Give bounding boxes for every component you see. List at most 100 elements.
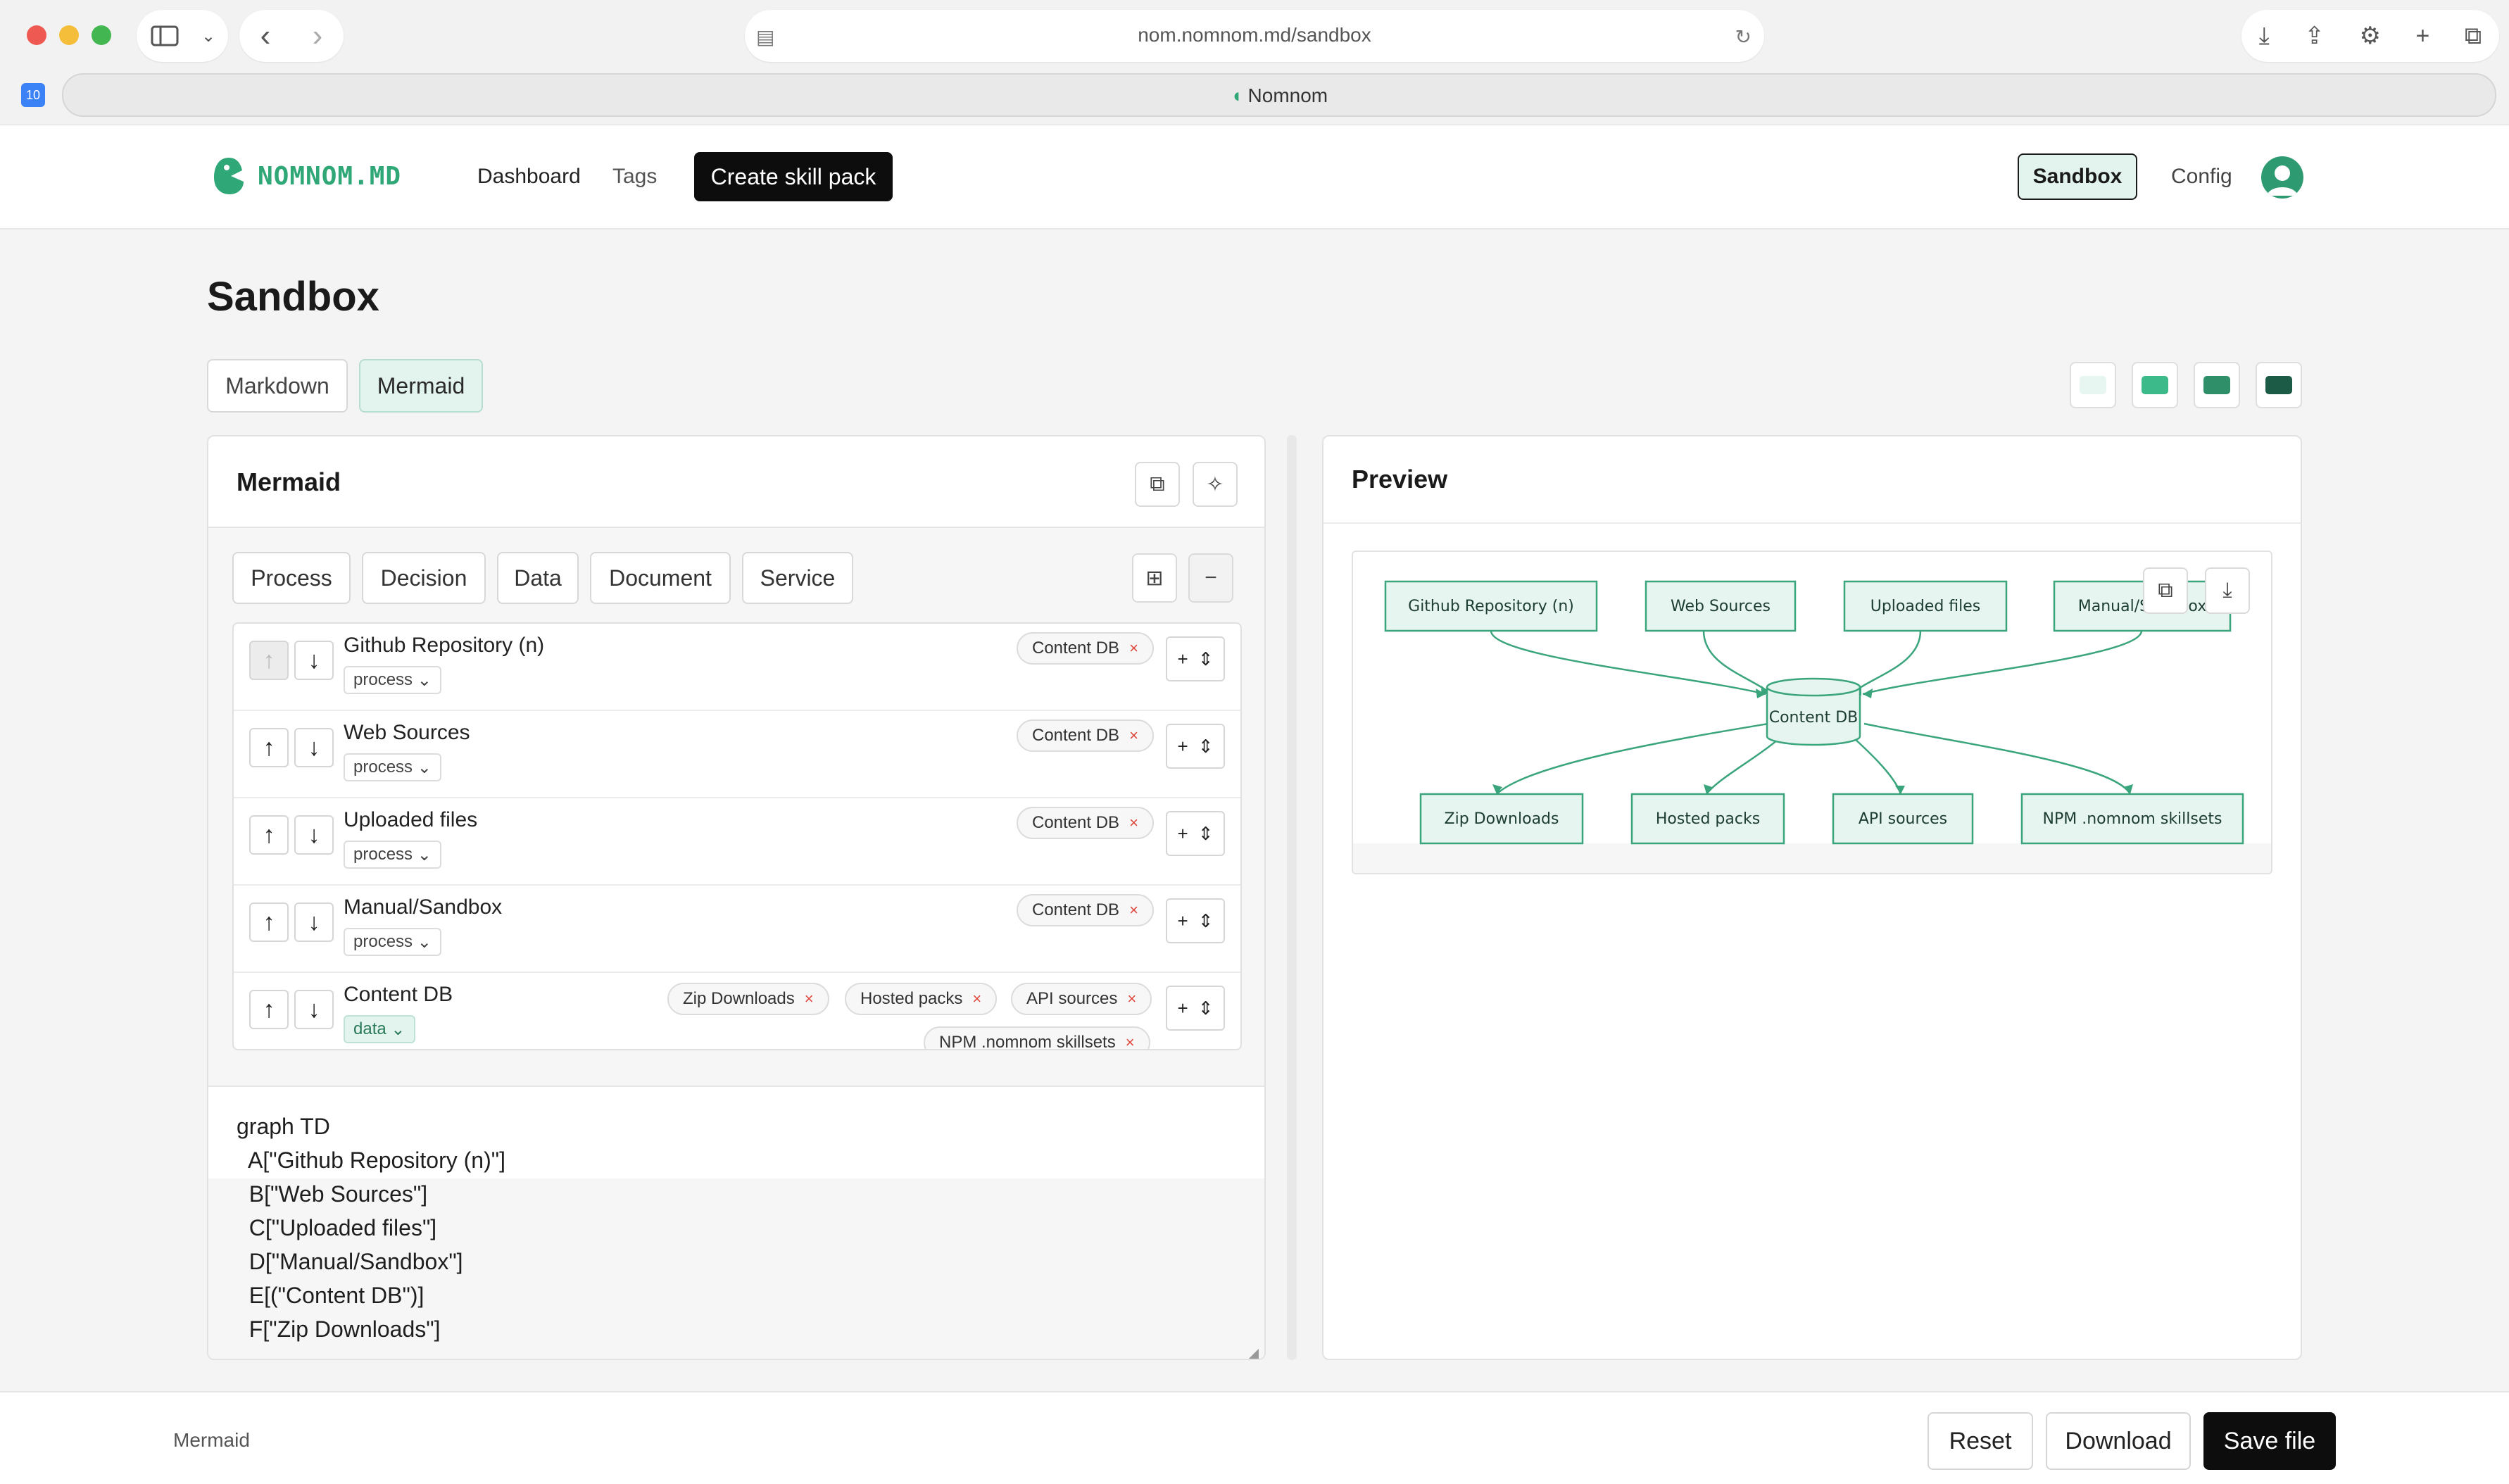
chevron-down-icon: ⌄ [417,845,432,864]
mermaid-code-editor[interactable]: graph TD A["Github Repository (n)"] B["W… [208,1086,1264,1359]
active-tab[interactable]: ◖ Nomnom [62,73,2496,117]
sidebar-icon[interactable] [137,10,193,62]
node-type-select[interactable]: process ⌄ [344,841,441,869]
collapse-button[interactable]: − [1188,553,1233,603]
history-nav-group: ‹ › [239,10,344,62]
add-target-button[interactable]: + ⇕ [1166,811,1225,856]
remove-icon[interactable]: × [1126,1033,1135,1049]
shape-data-button[interactable]: Data [497,552,579,604]
theme-swatch-medium[interactable] [2194,362,2240,408]
shape-decision-button[interactable]: Decision [362,552,486,604]
downloads-icon[interactable]: ⤓ [2259,23,2270,50]
remove-icon[interactable]: × [805,990,814,1008]
remove-icon[interactable]: × [1129,901,1138,919]
remove-icon[interactable]: × [1129,639,1138,658]
node-type-select[interactable]: process ⌄ [344,666,441,694]
node-type-select[interactable]: data ⌄ [344,1015,415,1043]
avatar[interactable] [2261,156,2303,199]
create-skill-pack-button[interactable]: Create skill pack [694,152,893,201]
maximize-window-button[interactable] [92,25,111,45]
move-up-button[interactable]: ↑ [249,815,289,855]
minimize-window-button[interactable] [59,25,79,45]
reload-icon[interactable]: ↻ [1735,25,1752,49]
tab-title: ◖ Nomnom [1230,84,1328,106]
theme-swatch-dark[interactable] [2256,362,2302,408]
close-window-button[interactable] [27,25,46,45]
swatch-color [2203,376,2230,394]
sandbox-nav-button[interactable]: Sandbox [2018,153,2137,200]
shape-document-button[interactable]: Document [590,552,731,604]
shape-process-button[interactable]: Process [232,552,351,604]
chevron-updown-icon: ⇕ [1197,822,1214,844]
layout-icon[interactable]: ⊞ [1132,553,1177,603]
move-up-button[interactable]: ↑ [249,641,289,680]
back-button[interactable]: ‹ [239,10,291,62]
swatch-color [2080,376,2106,394]
code-line: F["Zip Downloads"] [237,1316,441,1342]
tabs-overview-icon[interactable]: ⧉ [2465,23,2482,50]
node-name: Uploaded files [344,808,478,831]
download-diagram-button[interactable]: ⤓ [2205,567,2250,614]
theme-swatch-lightest[interactable] [2070,362,2116,408]
resize-handle-icon[interactable]: ◢ [1247,1345,1259,1359]
reset-button[interactable]: Reset [1928,1412,2033,1470]
add-target-button[interactable]: + ⇕ [1166,636,1225,681]
target-chip: API sources × [1011,983,1152,1015]
chevron-down-icon[interactable]: ⌄ [193,10,224,62]
code-line: E[("Content DB")] [237,1283,425,1308]
logo[interactable]: NOMNOM.MD [211,155,401,197]
logo-icon [214,158,244,194]
remove-icon[interactable]: × [1129,727,1138,745]
node-label: API sources [1859,810,1947,828]
chevron-updown-icon: ⇕ [1197,735,1214,757]
move-down-button[interactable]: ↓ [294,641,334,680]
browser-toolbar: ⤓ ⇪ ⚙ + ⧉ [2241,10,2499,62]
move-down-button[interactable]: ↓ [294,815,334,855]
download-button[interactable]: Download [2046,1412,2191,1470]
tab-badge[interactable]: 10 [21,83,45,107]
new-tab-icon[interactable]: + [2415,23,2429,50]
target-chip: Content DB × [1017,719,1154,752]
list-item: ↑ ↓ Web Sources process ⌄ Content DB × + ⇕ [234,711,1240,798]
nav-dashboard[interactable]: Dashboard [477,165,581,189]
tab-mermaid[interactable]: Mermaid [359,359,483,413]
nav-tags[interactable]: Tags [612,165,657,189]
code-line: graph TD [237,1114,330,1139]
move-down-button[interactable]: ↓ [294,990,334,1029]
panel-resize-handle[interactable] [1287,435,1297,1360]
forward-button[interactable]: › [291,10,344,62]
move-down-button[interactable]: ↓ [294,903,334,942]
tab-markdown[interactable]: Markdown [207,359,348,413]
remove-icon[interactable]: × [1129,814,1138,832]
list-item: ↑ ↓ Uploaded files process ⌄ Content DB ×… [234,798,1240,886]
mermaid-diagram: Github Repository (n) Web Sources Upload… [1353,552,2271,845]
shape-service-button[interactable]: Service [742,552,853,604]
nav-config[interactable]: Config [2171,165,2232,189]
add-target-button[interactable]: + ⇕ [1166,986,1225,1031]
sparkle-icon[interactable]: ✧ [1193,462,1238,507]
move-up-button[interactable]: ↑ [249,990,289,1029]
add-target-button[interactable]: + ⇕ [1166,724,1225,769]
share-icon[interactable]: ⇪ [2304,22,2325,50]
move-down-button[interactable]: ↓ [294,728,334,767]
copy-diagram-button[interactable]: ⧉ [2143,567,2188,614]
save-file-button[interactable]: Save file [2203,1412,2336,1470]
node-label: NPM .nomnom skillsets [2043,810,2222,828]
diagram-container: Github Repository (n) Web Sources Upload… [1352,551,2272,874]
remove-icon[interactable]: × [1127,990,1136,1008]
node-type-select[interactable]: process ⌄ [344,753,441,781]
node-type-select[interactable]: process ⌄ [344,928,441,956]
sidebar-toggle-group: ⌄ [137,10,228,62]
gear-icon[interactable]: ⚙ [2359,22,2380,50]
theme-swatch-light[interactable] [2132,362,2178,408]
code-line: D["Manual/Sandbox"] [237,1249,463,1274]
move-up-button[interactable]: ↑ [249,728,289,767]
copy-button[interactable]: ⧉ [1135,462,1180,507]
add-target-button[interactable]: + ⇕ [1166,898,1225,943]
node-name: Manual/Sandbox [344,895,503,919]
node-name: Github Repository (n) [344,634,545,657]
move-up-button[interactable]: ↑ [249,903,289,942]
remove-icon[interactable]: × [972,990,981,1008]
code-line: C["Uploaded files"] [237,1215,437,1240]
address-bar[interactable]: ▤ nom.nomnom.md/sandbox ↻ [745,10,1764,62]
